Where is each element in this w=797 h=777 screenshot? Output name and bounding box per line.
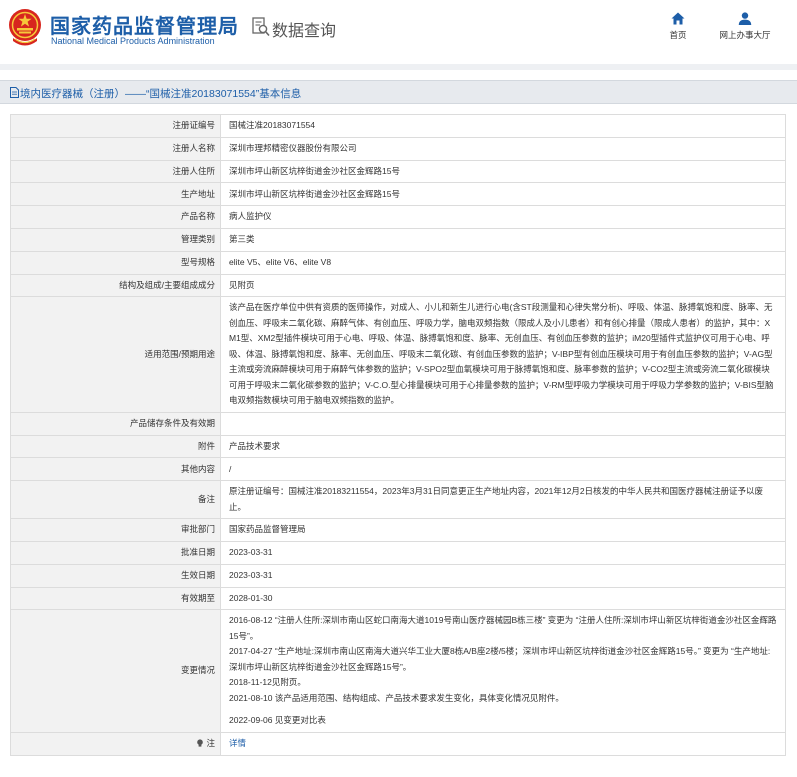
field-label: 产品名称 — [10, 205, 221, 229]
field-label: 附件 — [10, 434, 221, 459]
field-value: 2028-01-30 — [220, 586, 786, 611]
nav-online-service-hall[interactable]: 网上办事大厅 — [712, 12, 778, 41]
table-row: 管理类别 第三类 — [10, 227, 786, 252]
field-value: 2023-03-31 — [220, 541, 786, 565]
field-value: elite V5、elite V6、elite V8 — [220, 250, 786, 275]
change-history: 2016-08-12 “注册人住所:深圳市南山区蛇口南海大道1019号南山医疗器… — [220, 609, 786, 733]
nav-home-label: 首页 — [669, 30, 687, 40]
document-icon — [10, 87, 19, 98]
field-value: 深圳市坪山新区坑梓街道金沙社区金辉路15号 — [220, 159, 786, 184]
field-value — [220, 411, 786, 436]
field-label: 审批部门 — [10, 518, 221, 543]
table-row: 生产地址 深圳市坪山新区坑梓街道金沙社区金辉路15号 — [10, 182, 786, 207]
field-label: 批准日期 — [10, 541, 221, 565]
header-divider — [0, 64, 797, 70]
field-value: 病人监护仪 — [220, 205, 786, 229]
registration-info-table: 注册证编号 国械注准20183071554 注册人名称 深圳市理邦精密仪器股份有… — [10, 114, 786, 756]
brand-name-cn: 国家药品监督管理局 — [50, 16, 239, 38]
field-label: 生产地址 — [10, 182, 221, 207]
notes-label: 注 — [206, 738, 215, 749]
nav-hall-label: 网上办事大厅 — [719, 30, 771, 40]
table-row: 生效日期 2023-03-31 — [10, 563, 786, 588]
section-title: 数据查询 — [272, 23, 337, 40]
field-label: 注册人名称 — [10, 136, 221, 161]
national-emblem-icon — [9, 9, 41, 46]
table-row: 注 详情 — [10, 731, 786, 756]
table-row: 结构及组成/主要组成成分 见附页 — [10, 273, 786, 298]
change-entry: 2022-09-06 见变更对比表 — [229, 715, 326, 726]
change-entry: 2018-11-12见附页。 — [229, 677, 306, 688]
table-row: 批准日期 2023-03-31 — [10, 541, 786, 565]
table-row: 注册证编号 国械注准20183071554 — [10, 114, 786, 138]
table-row: 型号规格 elite V5、elite V6、elite V8 — [10, 250, 786, 275]
page-title-bar: 境内医疗器械（注册）——“国械注准20183071554”基本信息 — [0, 80, 797, 104]
field-label: 注册证编号 — [10, 114, 221, 138]
change-entry: 2016-08-12 “注册人住所:深圳市南山区蛇口南海大道1019号南山医疗器… — [229, 615, 777, 641]
details-link[interactable]: 详情 — [229, 738, 246, 748]
table-row: 注册人名称 深圳市理邦精密仪器股份有限公司 — [10, 136, 786, 161]
site-header: 国家药品监督管理局 National Medical Products Admi… — [0, 0, 797, 58]
field-value: 见附页 — [220, 273, 786, 298]
field-value: 深圳市理邦精密仪器股份有限公司 — [220, 136, 786, 161]
field-value: 2023-03-31 — [220, 563, 786, 588]
field-label: 适用范围/预期用途 — [10, 296, 221, 413]
field-value: 国家药品监督管理局 — [220, 518, 786, 543]
field-value: 原注册证编号：国械注准20183211554，2023年3月31日同意更正生产地… — [220, 480, 786, 520]
nav-home[interactable]: 首页 — [664, 12, 692, 41]
field-label-notes: 注 — [10, 731, 221, 756]
field-label: 有效期至 — [10, 586, 221, 611]
home-icon — [671, 12, 685, 25]
field-label: 产品储存条件及有效期 — [10, 411, 221, 436]
data-query-icon — [252, 17, 270, 37]
table-row: 产品名称 病人监护仪 — [10, 205, 786, 229]
change-entry: 2021-08-10 该产品适用范围、结构组成、产品技术要求发生变化，具体变化情… — [229, 692, 564, 703]
table-row: 其他内容 / — [10, 457, 786, 482]
field-label: 其他内容 — [10, 457, 221, 482]
table-row: 有效期至 2028-01-30 — [10, 586, 786, 611]
table-row: 适用范围/预期用途 该产品在医疗单位中供有资质的医师操作，对成人、小儿和新生儿进… — [10, 296, 786, 413]
field-label: 注册人住所 — [10, 159, 221, 184]
table-row: 附件 产品技术要求 — [10, 434, 786, 459]
table-row: 产品储存条件及有效期 — [10, 411, 786, 436]
bulb-icon — [197, 739, 204, 747]
table-row: 审批部门 国家药品监督管理局 — [10, 518, 786, 543]
field-value: 产品技术要求 — [220, 434, 786, 459]
field-value: 深圳市坪山新区坑梓街道金沙社区金辉路15号 — [220, 182, 786, 207]
field-value: 第三类 — [220, 227, 786, 252]
field-value: / — [220, 457, 786, 482]
field-label: 变更情况 — [10, 609, 221, 733]
table-row: 备注 原注册证编号：国械注准20183211554，2023年3月31日同意更正… — [10, 480, 786, 520]
field-value: 该产品在医疗单位中供有资质的医师操作，对成人、小儿和新生儿进行心电(含ST段测量… — [220, 296, 786, 413]
table-row: 注册人住所 深圳市坪山新区坑梓街道金沙社区金辉路15号 — [10, 159, 786, 184]
field-label: 型号规格 — [10, 250, 221, 275]
field-label: 生效日期 — [10, 563, 221, 588]
brand-name-en: National Medical Products Administration — [51, 36, 215, 46]
user-icon — [738, 12, 752, 25]
field-value: 国械注准20183071554 — [220, 114, 786, 138]
field-label: 结构及组成/主要组成成分 — [10, 273, 221, 298]
table-row: 变更情况 2016-08-12 “注册人住所:深圳市南山区蛇口南海大道1019号… — [10, 609, 786, 733]
field-label: 管理类别 — [10, 227, 221, 252]
field-label: 备注 — [10, 480, 221, 520]
field-value: 详情 — [220, 731, 786, 756]
change-entry: 2017-04-27 “生产地址:深圳市南山区南海大道兴华工业大厦8栋A/B座2… — [229, 646, 771, 672]
page-title: 境内医疗器械（注册）——“国械注准20183071554”基本信息 — [20, 88, 302, 100]
